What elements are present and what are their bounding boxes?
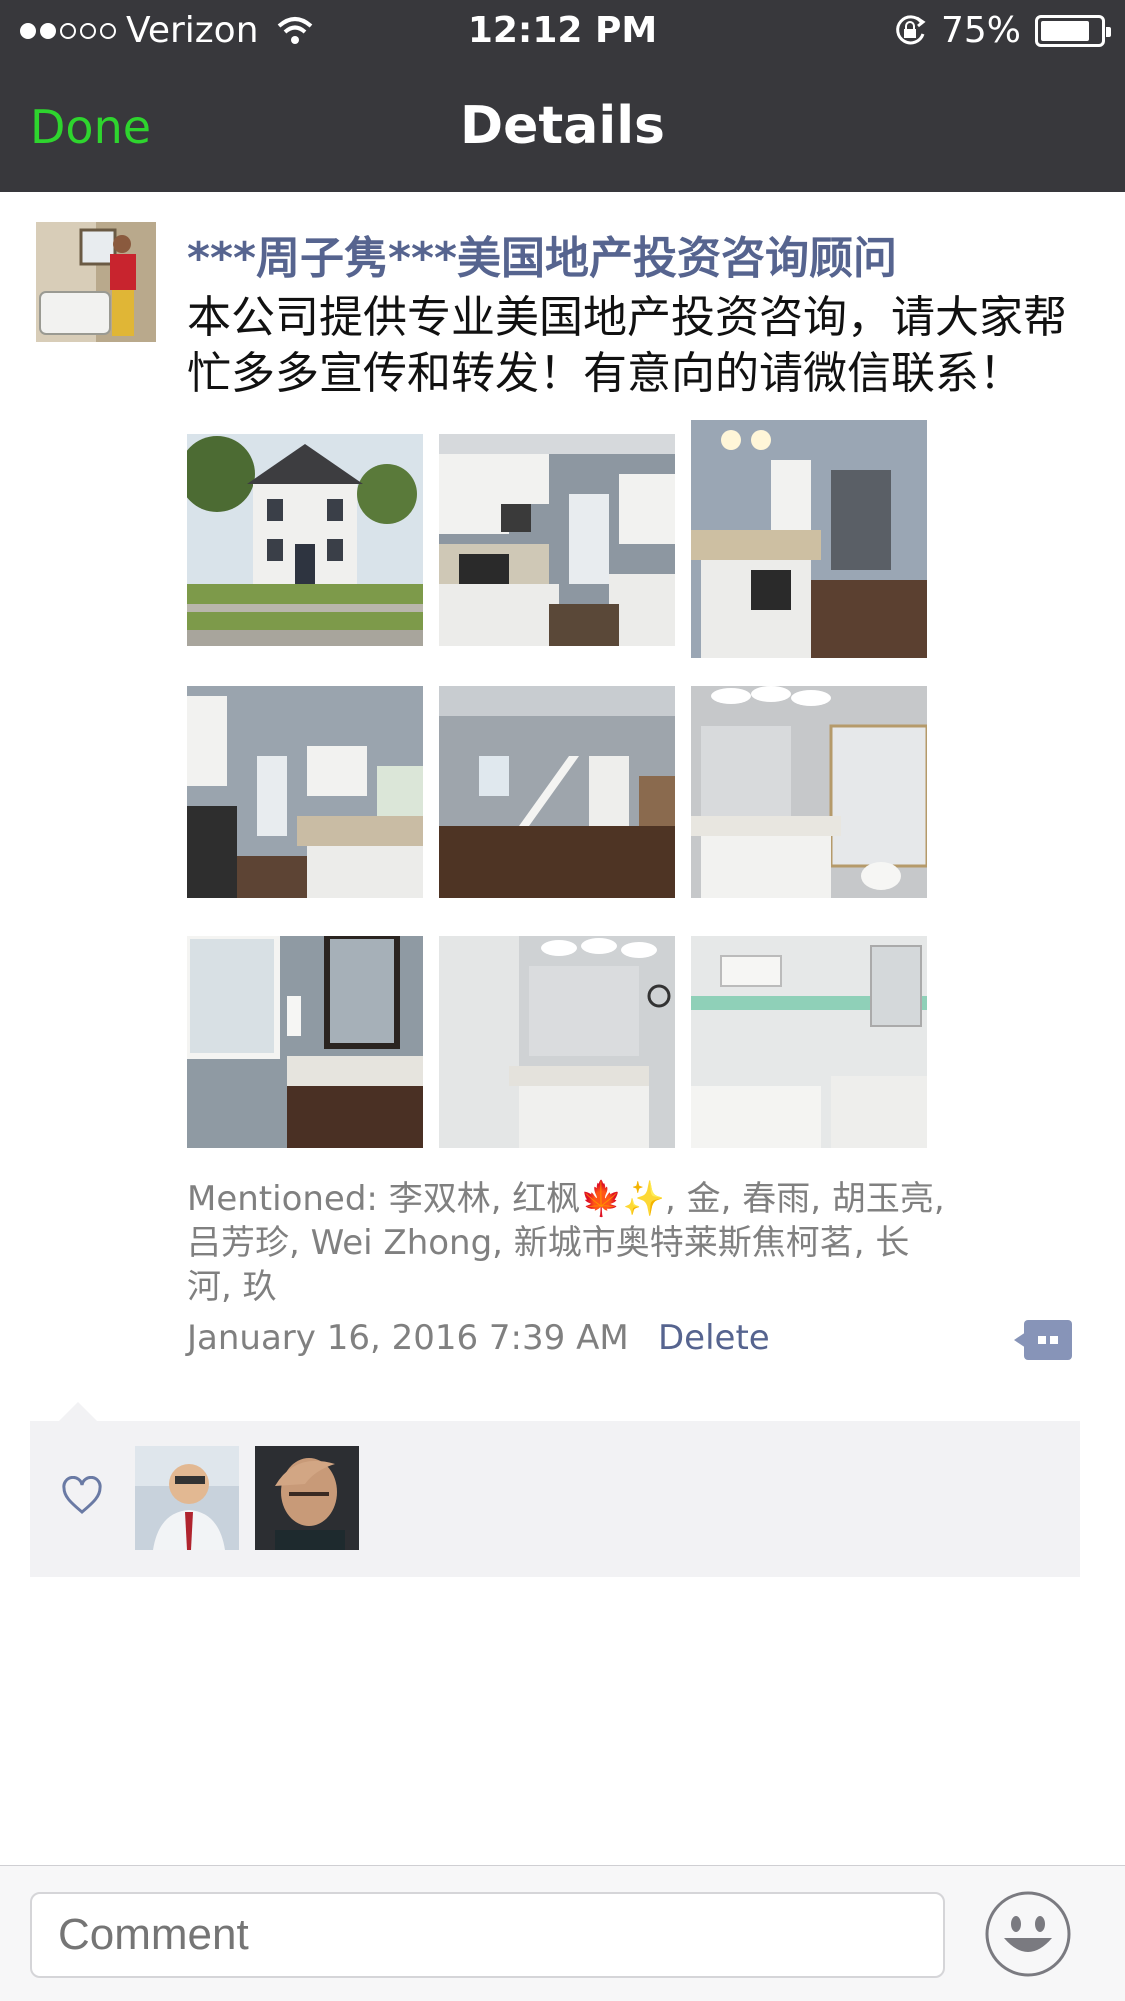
photo-grid	[187, 420, 927, 1148]
status-bar: Verizon 12:12 PM 75%	[0, 0, 1125, 60]
likes-pointer	[58, 1402, 98, 1422]
battery-icon	[1035, 14, 1111, 47]
comment-bubble-icon[interactable]	[1014, 1318, 1074, 1362]
navigation-bar: Done Details	[0, 60, 1125, 192]
photo-kitchen-1[interactable]	[439, 434, 675, 646]
smiley-icon[interactable]	[984, 1890, 1072, 1978]
liker-avatar[interactable]	[135, 1446, 239, 1550]
post-author-name[interactable]: ***周子隽***美国地产投资咨询顾问	[187, 222, 897, 286]
photo-bathroom-3[interactable]	[439, 936, 675, 1148]
delete-link[interactable]: Delete	[658, 1318, 770, 1358]
photo-living-room[interactable]	[439, 686, 675, 898]
photo-house-exterior[interactable]	[187, 434, 423, 646]
status-right: 75%	[893, 10, 1111, 51]
rotation-lock-icon	[896, 14, 926, 44]
photo-bathroom-2[interactable]	[187, 936, 423, 1148]
photo-bathroom-1[interactable]	[691, 686, 927, 898]
page-title: Details	[460, 96, 665, 156]
battery-percent: 75%	[940, 10, 1021, 51]
likes-section	[30, 1421, 1080, 1577]
post-text: 本公司提供专业美国地产投资咨询，请大家帮忙多多宣传和转发！有意向的请微信联系！	[187, 292, 1067, 399]
photo-kitchen-3[interactable]	[187, 686, 423, 898]
post-timestamp: January 16, 2016 7:39 AM	[187, 1318, 629, 1358]
heart-icon	[62, 1476, 102, 1514]
author-avatar[interactable]	[36, 222, 156, 342]
liker-avatar[interactable]	[255, 1446, 359, 1550]
comment-bar	[0, 1865, 1125, 2001]
photo-bathroom-4[interactable]	[691, 936, 927, 1148]
mentioned-list: Mentioned: 李双林, 红枫🍁✨, 金, 春雨, 胡玉亮, 吕芳珍, W…	[187, 1179, 945, 1307]
photo-kitchen-2[interactable]	[691, 420, 927, 658]
comment-input[interactable]	[30, 1892, 945, 1978]
